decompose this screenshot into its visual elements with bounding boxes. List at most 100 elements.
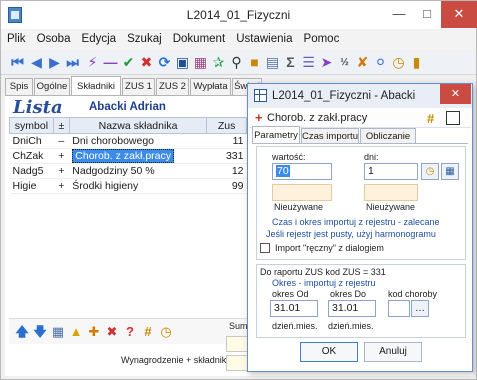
kod-choroby-field[interactable]: [388, 300, 410, 317]
cell-name: Środki higieny: [69, 178, 207, 194]
hash-icon[interactable]: #: [427, 111, 441, 126]
tab-wyplata[interactable]: Wypłata: [190, 78, 231, 95]
clock-icon[interactable]: ◷: [159, 325, 173, 339]
table-row[interactable]: Higie + Środki higieny 99: [9, 178, 247, 194]
component-dialog: L2014_01_Fizyczni - Abacki ✕ + Chorob. z…: [247, 83, 473, 372]
menu-plik[interactable]: Plik: [1, 30, 30, 45]
move-down-icon[interactable]: 🡇: [33, 325, 47, 339]
nieuzywane-label-1: Nieużywane: [274, 202, 324, 212]
table-header: symbol ± Nazwa składnika Zus: [9, 117, 247, 134]
okres-do-field[interactable]: 31.01: [328, 300, 376, 317]
tab-skladniki[interactable]: Składniki: [71, 76, 121, 95]
cancel-button[interactable]: Anuluj: [364, 342, 422, 362]
warning-icon[interactable]: ▲: [69, 325, 83, 339]
tab-zus1[interactable]: ZUS 1: [122, 78, 155, 95]
okres-od-label: okres Od: [272, 289, 309, 299]
menu-ustawienia[interactable]: Ustawienia: [232, 30, 296, 45]
question-icon[interactable]: ?: [123, 325, 137, 339]
tab-parametry[interactable]: Parametry: [252, 126, 300, 144]
dialog-item-header: + Chorob. z zakł.pracy #: [249, 108, 471, 128]
wynagrodzenie-label: Wynagrodzenie + składniki: [121, 355, 229, 365]
clock-icon[interactable]: ◷: [421, 163, 439, 180]
cancel-icon[interactable]: ✖: [138, 54, 155, 71]
table-row[interactable]: ChZak + Chorob. z zakł.pracy 331: [9, 148, 247, 164]
tab-czas-importu[interactable]: Czas importu: [301, 128, 359, 144]
okres-do-label: okres Do: [330, 289, 367, 299]
wartosc-field[interactable]: 70: [272, 163, 332, 180]
save-icon[interactable]: ▣: [174, 54, 191, 71]
table-row[interactable]: DniCh – Dni chorobowego 11: [9, 133, 247, 149]
tab-ogolne[interactable]: Ogólne: [34, 78, 70, 95]
edit-icon[interactable]: ⚡: [84, 54, 101, 71]
help-icon[interactable]: ⚪: [372, 54, 389, 71]
last-record-icon[interactable]: ⏭: [64, 54, 81, 71]
minimize-button[interactable]: —: [385, 1, 413, 28]
components-table: symbol ± Nazwa składnika Zus DniCh – Dni…: [9, 117, 249, 194]
add-icon[interactable]: ✚: [87, 325, 101, 339]
table-icon[interactable]: ▤: [264, 54, 281, 71]
plus-sign-icon: +: [255, 110, 263, 125]
col-name[interactable]: Nazwa składnika: [68, 117, 208, 134]
dzien-mies-label-2: dzień.mies.: [328, 321, 374, 331]
col-zus[interactable]: Zus: [206, 117, 247, 134]
menu-dokument[interactable]: Dokument: [169, 30, 229, 45]
move-up-icon[interactable]: 🡅: [15, 325, 29, 339]
cell-name: Nadgodziny 50 %: [69, 163, 207, 179]
remove-icon[interactable]: ✖: [105, 325, 119, 339]
calendar-icon[interactable]: ▦: [192, 54, 209, 71]
menu-szukaj[interactable]: Szukaj: [123, 30, 166, 45]
fraction-icon[interactable]: ½: [336, 54, 353, 71]
menu-osoba[interactable]: Osoba: [33, 30, 75, 45]
cell-symbol: DniCh: [9, 133, 54, 149]
calendar-icon[interactable]: ▦: [441, 163, 459, 180]
grid-icon[interactable]: ▦: [51, 325, 65, 339]
prev-record-icon[interactable]: ◀: [28, 54, 45, 71]
import-reczny-checkbox[interactable]: [260, 243, 270, 253]
tab-spis[interactable]: Spis: [5, 78, 33, 95]
calculator-icon[interactable]: [446, 111, 460, 125]
title-bar: L2014_01_Fizyczni — □ ✕: [1, 1, 477, 29]
chart-icon[interactable]: ■: [246, 54, 263, 71]
search-icon[interactable]: ⚲: [228, 54, 245, 71]
hash-icon[interactable]: #: [141, 325, 155, 339]
maximize-button[interactable]: □: [413, 1, 441, 28]
col-sign[interactable]: ±: [52, 117, 70, 134]
selected-name: Chorob. z zakł.pracy: [72, 149, 175, 163]
refresh-icon[interactable]: ⟳: [156, 54, 173, 71]
arrow-icon[interactable]: ➤: [318, 54, 335, 71]
kod-choroby-browse-button[interactable]: …: [411, 300, 429, 317]
sum-icon[interactable]: Σ: [282, 54, 299, 71]
clock-icon[interactable]: ◷: [390, 54, 407, 71]
cell-zus: 99: [206, 178, 247, 194]
cell-zus: 11: [206, 133, 247, 149]
dni-label: dni:: [364, 152, 379, 162]
tab-obliczanie[interactable]: Obliczanie: [360, 128, 416, 144]
dni-field[interactable]: 1: [364, 163, 418, 180]
list-icon[interactable]: ☰: [300, 54, 317, 71]
info-zalecane: Czas i okres importuj z rejestru - zalec…: [272, 217, 440, 227]
tool-icon[interactable]: ✰: [210, 54, 227, 71]
kod-choroby-label: kod choroby: [388, 289, 438, 299]
zus-code-line: Do raportu ZUS kod ZUS = 331: [260, 267, 386, 277]
menu-edycja[interactable]: Edycja: [78, 30, 121, 45]
close-button[interactable]: ✕: [441, 1, 477, 28]
col-symbol[interactable]: symbol: [9, 117, 54, 134]
tools-icon[interactable]: ✘: [354, 54, 371, 71]
toolbar: ⏮ ◀ ▶ ⏭ ⚡ — ✔ ✖ ⟳ ▣ ▦ ✰ ⚲ ■ ▤ Σ ☰ ➤ ½ ✘ …: [1, 51, 476, 75]
menu-pomoc[interactable]: Pomoc: [300, 30, 344, 45]
delete-record-icon[interactable]: —: [102, 54, 119, 71]
tab-zus2[interactable]: ZUS 2: [156, 78, 189, 95]
ok-button[interactable]: OK: [300, 342, 358, 362]
info-harmonogram: Jeśli rejestr jest pusty, użyj harmonogr…: [266, 229, 436, 239]
import-reczny-label: Import "ręczny" z dialogiem: [275, 243, 384, 253]
dialog-close-button[interactable]: ✕: [440, 84, 471, 104]
cell-symbol: Nadg5: [9, 163, 54, 179]
cell-sign: +: [53, 148, 70, 164]
next-record-icon[interactable]: ▶: [46, 54, 63, 71]
okres-od-field[interactable]: 31.01: [270, 300, 318, 317]
dialog-title-bar: L2014_01_Fizyczni - Abacki ✕: [248, 84, 472, 108]
exit-icon[interactable]: ▮: [408, 54, 425, 71]
first-record-icon[interactable]: ⏮: [9, 54, 26, 71]
confirm-icon[interactable]: ✔: [120, 54, 137, 71]
table-row[interactable]: Nadg5 + Nadgodziny 50 % 12: [9, 163, 247, 179]
